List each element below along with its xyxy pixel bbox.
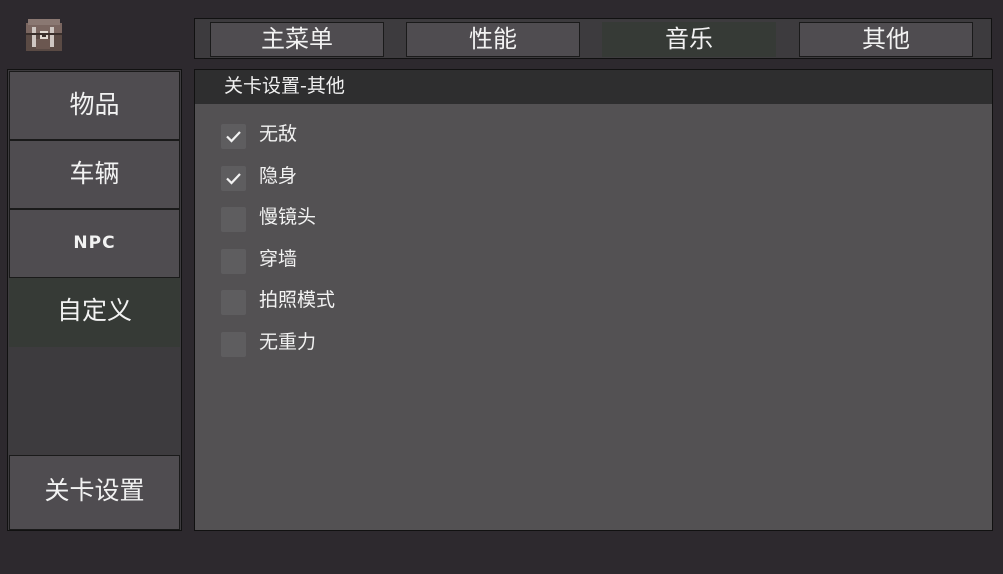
settings-panel: 关卡设置-其他 无敌 隐身 慢镜头 穿墙 拍照模式 无重力: [194, 69, 993, 531]
option-noclip[interactable]: 穿墙: [221, 246, 335, 288]
option-label: 无敌: [259, 123, 298, 145]
option-label: 拍照模式: [259, 289, 336, 311]
tab-music[interactable]: 音乐: [602, 22, 776, 57]
checkbox[interactable]: [221, 248, 246, 274]
top-tab-bar: 主菜单 性能 音乐 其他: [194, 18, 992, 59]
tab-performance[interactable]: 性能: [406, 22, 580, 57]
option-invincible[interactable]: 无敌: [221, 121, 335, 163]
options-list: 无敌 隐身 慢镜头 穿墙 拍照模式 无重力: [221, 121, 335, 370]
option-label: 慢镜头: [259, 206, 317, 228]
checkbox[interactable]: [221, 290, 246, 315]
tab-other[interactable]: 其他: [799, 22, 973, 57]
sidebar-item-items[interactable]: 物品: [9, 71, 180, 140]
option-photo-mode[interactable]: 拍照模式: [221, 287, 335, 329]
option-zero-gravity[interactable]: 无重力: [221, 329, 335, 371]
option-invisible[interactable]: 隐身: [221, 163, 335, 205]
checkbox[interactable]: [221, 165, 246, 191]
treasure-chest-icon: [24, 17, 66, 53]
panel-title: 关卡设置-其他: [195, 70, 992, 104]
sidebar-item-vehicles[interactable]: 车辆: [9, 140, 180, 209]
checkbox[interactable]: [221, 124, 246, 149]
checkbox[interactable]: [221, 331, 246, 357]
sidebar-item-npc[interactable]: NPC: [9, 209, 180, 278]
check-icon: [226, 131, 241, 143]
sidebar: 物品 车辆 NPC 自定义 关卡设置: [7, 69, 182, 531]
checkbox[interactable]: [221, 207, 246, 232]
option-label: 穿墙: [259, 247, 298, 270]
option-slow-motion[interactable]: 慢镜头: [221, 204, 335, 246]
option-label: 无重力: [259, 330, 317, 353]
tab-main-menu[interactable]: 主菜单: [210, 22, 384, 57]
check-icon: [226, 172, 241, 185]
level-settings-button[interactable]: 关卡设置: [9, 455, 180, 530]
sidebar-item-custom[interactable]: 自定义: [9, 278, 180, 347]
option-label: 隐身: [259, 164, 298, 187]
